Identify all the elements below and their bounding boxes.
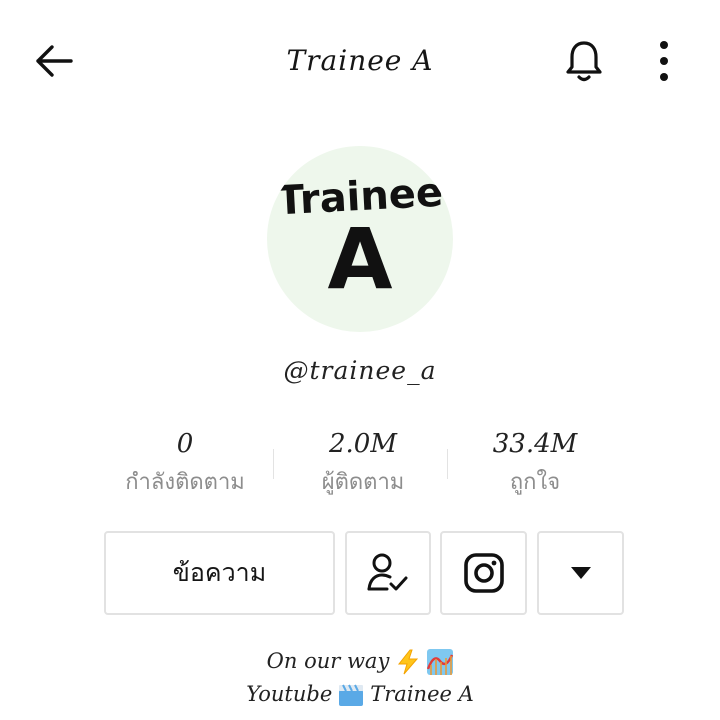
stat-followers-value: 2.0M [329,429,397,459]
roller-coaster-icon [427,648,454,675]
stat-likes-label: ถูกใจ [509,470,561,495]
stat-followers[interactable]: 2.0M ผู้ติดตาม [278,425,448,510]
stat-followers-label: ผู้ติดตาม [321,470,405,495]
user-check-icon [367,553,408,591]
stat-likes-value: 33.4M [492,429,578,459]
following-status-button[interactable] [345,531,431,615]
bio: On our way Youtube Trainee A [0,645,720,711]
back-button[interactable] [28,38,80,84]
stat-likes[interactable]: 33.4M ถูกใจ [450,425,620,510]
lightning-icon [398,649,419,674]
clapper-icon [339,684,364,706]
bio-line-2: Youtube Trainee A [0,678,720,711]
stat-following[interactable]: 0 กำลังติดตาม [100,425,270,510]
stat-divider [447,449,448,479]
bio-line-2-pre: Youtube [246,682,333,706]
bell-icon [566,41,602,82]
instagram-icon [463,553,504,593]
caret-down-icon [570,567,591,579]
stat-divider [273,449,274,479]
stat-following-value: 0 [176,429,194,459]
bio-line-2-post: Trainee A [370,682,474,706]
more-options-button[interactable] [646,36,682,86]
instagram-button[interactable] [440,531,527,615]
page-title: Trainee A [286,44,434,77]
stat-following-label: กำลังติดตาม [125,470,245,495]
more-actions-button[interactable] [537,531,624,615]
avatar-text-line2: A [327,210,393,308]
message-button-label: ข้อความ [172,558,267,587]
username: @trainee_a [283,356,437,385]
message-button[interactable]: ข้อความ [104,531,335,615]
more-vertical-icon [660,41,668,81]
stats-row: 0 กำลังติดตาม 2.0M ผู้ติดตาม 33.4M ถูกใจ [100,425,625,510]
avatar[interactable]: Trainee A [267,146,453,332]
notification-button[interactable] [558,36,610,86]
arrow-left-icon [36,45,73,77]
top-bar: Trainee A [0,0,720,120]
bio-line-1-text: On our way [266,649,390,673]
bio-line-1: On our way [0,645,720,678]
